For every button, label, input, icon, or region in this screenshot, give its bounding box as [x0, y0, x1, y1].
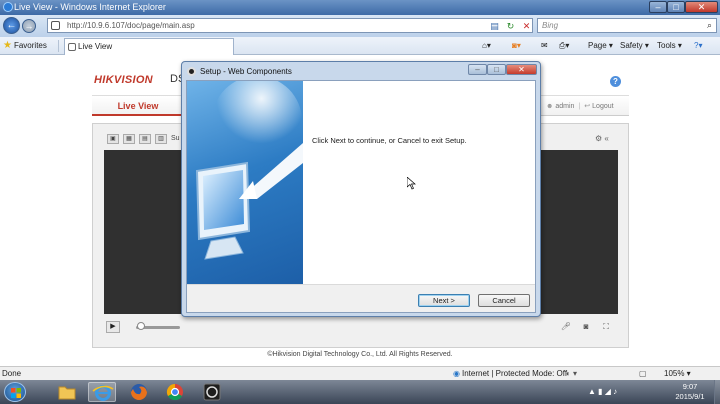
clock-time: 9:07: [682, 382, 698, 391]
print-icon[interactable]: ⎙▾: [559, 41, 569, 51]
search-placeholder: Bing: [542, 21, 559, 30]
start-icon[interactable]: [4, 382, 26, 402]
window-titlebar: Live View - Windows Internet Explorer – …: [0, 0, 720, 15]
home-icon[interactable]: ⌂▾: [482, 41, 491, 50]
taskbar-firefox[interactable]: [125, 382, 153, 402]
page-menu[interactable]: Page ▾: [588, 41, 613, 50]
search-input[interactable]: Bing ⌕: [537, 18, 717, 33]
zoom-level[interactable]: 105% ▾: [664, 369, 691, 378]
layout-1-button[interactable]: ▣: [107, 134, 119, 144]
taskbar-chrome[interactable]: [161, 382, 189, 402]
setup-banner-image: [187, 81, 303, 284]
favorites-button[interactable]: ★ Favorites: [3, 39, 47, 52]
tools-menu[interactable]: Tools ▾: [657, 41, 682, 50]
setup-icon: [187, 67, 196, 76]
forward-button[interactable]: →: [22, 19, 36, 33]
zone-text: Internet | Protected Mode: Off: [461, 369, 568, 378]
tab-live-view[interactable]: Live View: [64, 38, 234, 55]
copyright: ©Hikvision Digital Technology Co., Ltd. …: [267, 351, 453, 358]
windows-logo-icon: [11, 388, 21, 398]
username: admin: [555, 103, 575, 110]
page-icon: [51, 21, 60, 30]
close-button[interactable]: ✕: [685, 1, 718, 13]
security-zone[interactable]: ◉ Internet | Protected Mode: Off: [453, 369, 567, 378]
nav-live-view[interactable]: Live View: [92, 96, 184, 116]
folder-icon: [58, 386, 76, 400]
dialog-maximize-button[interactable]: □: [487, 64, 506, 75]
layout-16-button[interactable]: ▥: [155, 134, 167, 144]
ie-icon: [92, 385, 114, 401]
maximize-button[interactable]: □: [667, 1, 685, 13]
clock-date: 2015/9/1: [675, 392, 705, 401]
refresh-icon[interactable]: ↻: [504, 21, 517, 31]
separator: |: [578, 103, 581, 110]
help-icon[interactable]: ?: [610, 76, 621, 87]
search-icon[interactable]: ⌕: [707, 20, 712, 31]
feeds-icon[interactable]: ◙▾: [512, 41, 521, 50]
star-icon: ★: [3, 40, 12, 51]
popup-blocker-icon[interactable]: ◐ ▾: [566, 369, 577, 378]
mail-icon[interactable]: ✉: [541, 41, 548, 50]
taskbar-internet-explorer[interactable]: [88, 382, 116, 402]
favorites-label: Favorites: [13, 41, 47, 50]
show-desktop-button[interactable]: [714, 380, 720, 404]
logout-link[interactable]: Logout: [592, 103, 613, 110]
hikvision-logo: HIKVISION: [94, 74, 153, 86]
dialog-title: Setup - Web Components: [200, 67, 292, 76]
next-button[interactable]: Next >: [418, 294, 470, 307]
snapshot-icon[interactable]: ◙: [579, 321, 593, 333]
tab-title: Live View: [78, 42, 113, 51]
player-controls: ▶ 🎤︎ ◙ ⛶: [104, 320, 618, 336]
window-title: Live View - Windows Internet Explorer: [14, 2, 166, 12]
firefox-icon: [131, 384, 147, 400]
user-icon: ☻: [546, 103, 554, 110]
system-tray[interactable]: ▲ ▮ ◢ ♪: [588, 387, 617, 396]
stop-icon[interactable]: ✕: [520, 21, 533, 31]
fullscreen-toggle-icon[interactable]: ▢: [639, 369, 647, 378]
layout-9-button[interactable]: ▤: [139, 134, 151, 144]
cancel-button[interactable]: Cancel: [478, 294, 530, 307]
volume-knob[interactable]: [137, 322, 145, 330]
dialog-body: Click Next to continue, or Cancel to exi…: [186, 80, 536, 313]
address-bar[interactable]: http://10.9.6.107/doc/page/main.asp ▤ ↻ …: [47, 18, 533, 33]
play-icon[interactable]: ▶: [106, 321, 120, 333]
ie-logo-icon: [3, 2, 13, 12]
tab-page-icon: [68, 43, 76, 51]
obs-icon: [203, 383, 221, 401]
compatibility-view-icon[interactable]: ▤: [488, 21, 501, 31]
fullscreen-icon[interactable]: ⛶: [599, 321, 613, 333]
dialog-footer: Next > Cancel: [187, 284, 535, 312]
layout-4-button[interactable]: ▦: [123, 134, 135, 144]
setup-dialog: Setup - Web Components – □ ✕ Click Next …: [181, 61, 541, 317]
favorites-bar: ★ Favorites Live View ⌂▾ ◙▾ ✉ ⎙▾ Page ▾ S…: [0, 37, 720, 55]
mic-icon[interactable]: 🎤︎: [559, 321, 573, 333]
monitor-icon: [195, 81, 303, 260]
user-area: ☻ admin | ↩ Logout: [546, 102, 614, 110]
dialog-minimize-button[interactable]: –: [468, 64, 487, 75]
taskbar: ▲ ▮ ◢ ♪ 9:07 2015/9/1: [0, 380, 720, 404]
forward-icon: →: [24, 21, 34, 31]
stream-label: Su: [171, 135, 180, 142]
dialog-close-button[interactable]: ✕: [506, 64, 537, 75]
taskbar-obs[interactable]: [198, 382, 226, 402]
taskbar-explorer[interactable]: [53, 382, 81, 402]
url-text[interactable]: http://10.9.6.107/doc/page/main.asp: [67, 21, 195, 30]
status-bar: Done ◉ Internet | Protected Mode: Off ◐ ▾…: [0, 366, 720, 380]
logout-icon: ↩: [584, 103, 591, 110]
safety-menu[interactable]: Safety ▾: [620, 41, 649, 50]
mouse-cursor-icon: [407, 177, 416, 190]
minimize-button[interactable]: –: [649, 1, 667, 13]
status-text: Done: [2, 369, 22, 378]
back-button[interactable]: ←: [3, 17, 20, 34]
clock[interactable]: 9:07 2015/9/1: [668, 382, 712, 402]
dialog-message: Click Next to continue, or Cancel to exi…: [312, 136, 467, 145]
chrome-icon: [166, 383, 183, 401]
ptz-toggle-icon[interactable]: ⚙ «: [595, 134, 609, 143]
help-icon[interactable]: ?▾: [694, 41, 702, 50]
back-icon: ←: [6, 20, 17, 31]
globe-icon: ◉: [453, 369, 460, 378]
address-toolbar: ← → http://10.9.6.107/doc/page/main.asp …: [0, 15, 720, 37]
